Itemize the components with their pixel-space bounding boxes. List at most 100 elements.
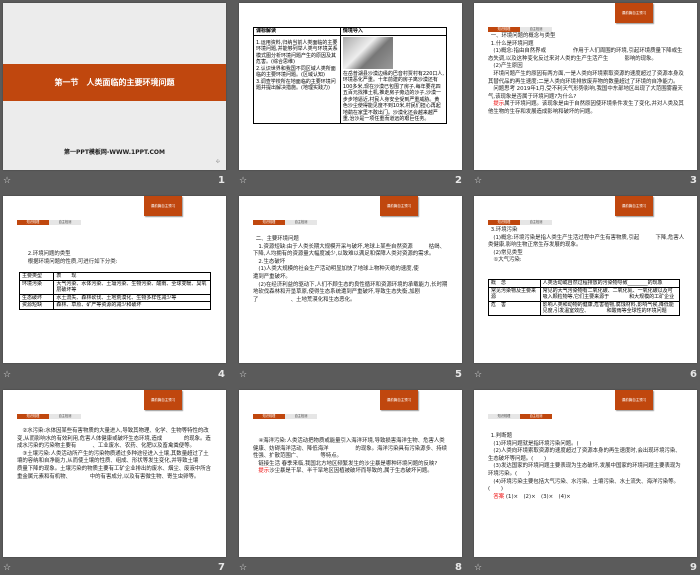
table-cell: 主要类型	[18, 272, 55, 281]
table-cell: 环境污染	[18, 279, 55, 295]
hint-text: 属于环境问题。该现象是由于自然原因使环境条件发生了变化,并对人类及其他生物的生存…	[488, 101, 684, 115]
slide-number: 6	[690, 369, 697, 380]
star-icon[interactable]: ☆	[3, 370, 11, 380]
star-icon[interactable]: ☆	[239, 370, 247, 380]
heading: 2.环境问题的类型	[27, 251, 71, 257]
standard-item: 3.调查学校所在地面临的主要环境问题并提出解决措施。(地理实践力)	[256, 78, 336, 92]
tab-self-check: 自主检测	[520, 414, 552, 419]
tab-knowledge: 知识梳理	[17, 414, 49, 419]
paragraph: 环境问题产生的原因有两方面,一是人类向环境索取资源的速度超过了资源本身及其替代品…	[488, 70, 684, 85]
star-icon[interactable]: ☆	[474, 563, 482, 573]
paragraph: ③土壤污染:人类活动所产生的污染物质通过多种途径进入土壤,其数量超过了土壤的容纳…	[17, 450, 220, 480]
slide-body: 2.环境问题的类型 根据环境问题的性质,可进行如下分类:	[25, 251, 214, 266]
star-icon[interactable]: ☆	[239, 563, 247, 573]
slide-thumbnail-4[interactable]: 课前篇自主预习 知识梳理 自主检测 2.环境问题的类型 根据环境问题的性质,可进行…	[3, 196, 226, 363]
table-cell: 影响人类和动物的健康,危害植物,腐蚀材料,影响气候,降低能见度,引发温室效应、 …	[539, 300, 681, 316]
heading: 1.判断题	[490, 433, 513, 439]
table-cell: 表 现	[53, 272, 211, 281]
case-cell: 在岳普湖县沙漠边缘的巴音村贾村有220口人,环境恶化严重。十年前建的房子离沙漠还…	[339, 34, 448, 124]
slide-thumbnail-7[interactable]: 课前篇自主预习 知识梳理 自主检测 ②水污染:水体因某些有害物质的大量进入,导致其…	[3, 390, 226, 557]
star-icon[interactable]: ☆	[239, 176, 247, 186]
slide-number: 3	[690, 175, 697, 186]
table-cell: 大气污染、水体污染、土壤污染、生物污染、酸雨、全球变暖、臭氧层破坏等	[53, 279, 211, 295]
slide-corner-icon: ✣	[215, 159, 220, 165]
table-header: 课标解读	[253, 27, 341, 36]
standard-item: 1.运用资料,归纳当前人类面临的主要环境问题,并能够列举人类与环境关系模式图分析…	[256, 39, 338, 66]
slide-number: 8	[455, 562, 462, 573]
section-badge: 课前篇自主预习	[380, 196, 418, 216]
air-pollution-table: 概 念人类活动或自然过程排放的污染物导致________的现象 常见污染物及主要…	[488, 279, 681, 316]
star-icon[interactable]: ☆	[474, 370, 482, 380]
tab-knowledge: 知识梳理	[253, 220, 285, 225]
hint-text: 沙尘暴是干旱、半干旱地区因植被破坏而导致的,属于生态破坏问题。	[269, 468, 433, 475]
slide-tabs: 知识梳理 自主检测	[488, 414, 552, 419]
section-badge: 课前篇自主预习	[615, 3, 653, 23]
slide-number: 5	[455, 369, 462, 380]
slide-thumbnail-5[interactable]: 课前篇自主预习 知识梳理 自主检测 二、主要环境问题 1.资源短缺:由于人类长期大…	[239, 196, 462, 363]
title-band: 第一节 人类面临的主要环境问题	[3, 64, 226, 101]
tab-self-check: 自主检测	[49, 414, 81, 419]
slide-body: 二、主要环境问题 1.资源短缺:由于人类长期大规模开采与破坏,地球上某些自然资源…	[253, 236, 458, 304]
slide-thumbnail-6[interactable]: 课前篇自主预习 知识梳理 自主检测 3.环境污染 (1)概念:环境污染是指人类生产…	[474, 196, 697, 363]
slide-tabs: 知识梳理 自主检测	[17, 414, 81, 419]
table-cell: 危 害	[488, 300, 541, 316]
slide-body: 一、环境问题的概念与类型 1.什么是环境问题 (1)概念:指由自然界或 作用于人…	[488, 33, 685, 117]
table-cell: 常见污染物及主要来源	[488, 286, 541, 302]
slide-title: 第一节 人类面临的主要环境问题	[54, 78, 175, 87]
slide-number: 2	[455, 175, 462, 186]
slide-thumbnail-2[interactable]: 课标解读 情境导入 1.运用资料,归纳当前人类面临的主要环境问题,并能够列举人类与…	[239, 3, 462, 170]
paragraph: (2)产生原因	[493, 63, 523, 70]
slide-body: 1.判断题 (1)环境问题就是指环境污染问题。( ) (2)人类向环境索取资源的…	[488, 433, 685, 501]
types-table: 主要类型表 现 环境污染 大气污染、水体污染、土壤污染、生物污染、酸雨、全球变暖、…	[18, 272, 211, 310]
slide-number: 9	[690, 562, 697, 573]
slide-body: ②水污染:水体因某些有害物质的大量进入,导致其物理、化学、生物等特性的改变,从而…	[17, 428, 220, 481]
paragraph: (1)人类大规模的社会生产活动明显加快了地球上物种灭绝的速度,使 遭到严重破坏。	[253, 266, 452, 280]
desert-photo	[342, 36, 393, 69]
paragraph: (1)概念:指由自然界或 作用于人们周围的环境,引起环境质量下降或生态失调,以及…	[488, 48, 683, 62]
standards-cell: 1.运用资料,归纳当前人类面临的主要环境问题,并能够列举人类与环境关系模式图分析…	[253, 34, 341, 124]
table-cell: 水土流失、森林砍伐、土地荒漠化、生物多样性减少等	[53, 293, 211, 302]
star-icon[interactable]: ☆	[3, 176, 11, 186]
table-cell: 资源短缺	[18, 301, 55, 310]
question: (2)人类向环境索取资源的速度超过了资源本身的再生速度时,会出现环境污染、生态破…	[488, 448, 681, 462]
answer: 答案 (1)× (2)× (3)× (4)×	[488, 494, 685, 502]
tab-knowledge: 知识梳理	[17, 220, 49, 225]
section-badge: 课前篇自主预习	[144, 390, 182, 410]
slide-thumbnail-3[interactable]: 课前篇自主预习 知识梳理 自主检测 一、环境问题的概念与类型 1.什么是环境问题 …	[474, 3, 697, 170]
subheading: ①大气污染:	[493, 257, 522, 264]
paragraph: 根据环境问题的性质,可进行如下分类:	[27, 258, 118, 265]
slide-thumbnail-1[interactable]: 第一节 人类面临的主要环境问题 第一PPT模板网-WWW.1PPT.COM ✣	[3, 3, 226, 170]
heading: 一、环境问题的概念与类型	[490, 33, 556, 39]
slide-number: 1	[218, 175, 225, 186]
section-badge: 课前篇自主预习	[380, 390, 418, 410]
star-icon[interactable]: ☆	[474, 176, 482, 186]
tab-self-check: 自主检测	[285, 220, 317, 225]
tab-self-check: 自主检测	[520, 27, 552, 32]
hint-label: 提示	[493, 101, 505, 108]
star-icon[interactable]: ☆	[3, 563, 11, 573]
section-badge: 课前篇自主预习	[144, 196, 182, 216]
section-badge: 课前篇自主预习	[615, 390, 653, 410]
question: 问题思考 2019年1月,受不利天气形势影响,我国中东部地区出现了大范围雾霾天气…	[488, 86, 683, 100]
tab-self-check: 自主检测	[520, 220, 552, 225]
paragraph: (1)概念:环境污染是指人类生产生活过程中产生有害物质,引起 下降,危害人类健康…	[488, 234, 685, 249]
slide-thumbnail-9[interactable]: 课前篇自主预习 知识梳理 自主检测 1.判断题 (1)环境问题就是指环境污染问题。…	[474, 390, 697, 557]
tab-self-check: 自主检测	[49, 220, 81, 225]
answer-text: (1)× (2)× (3)× (4)×	[505, 493, 571, 500]
slide-body: ④海洋污染:人类活动把物质或能量引入海洋环境,导致损害海洋生物、危害人类健康、妨…	[253, 438, 450, 476]
slide-tabs: 知识梳理 自主检测	[253, 414, 317, 419]
tab-self-check: 自主检测	[285, 414, 317, 419]
hint: 提示属于环境问题。该现象是由于自然原因使环境条件发生了变化,并对人类及其他生物的…	[488, 101, 685, 116]
tab-knowledge: 知识梳理	[253, 414, 285, 419]
slide-thumbnail-8[interactable]: 课前篇自主预习 知识梳理 自主检测 ④海洋污染:人类活动把物质或能量引入海洋环境,…	[239, 390, 462, 557]
slide-number: 4	[218, 369, 225, 380]
tab-knowledge: 知识梳理	[488, 414, 520, 419]
hint-label: 提示	[258, 468, 270, 475]
question: (3)发达国家的环境问题主要表现为生态破坏,发展中国家的环境问题主要表现为环境污…	[488, 463, 681, 477]
table-cell: 生态破坏	[18, 293, 55, 302]
heading: 3.环境污染	[490, 227, 518, 233]
section-badge: 课前篇自主预习	[615, 196, 653, 216]
table-cell: 概 念	[488, 279, 541, 288]
table-cell: 常见的大气污染物有二氧化碳、二氧化氮、一氧化碳以及可吸入颗粒物等,它们主要来源于…	[539, 286, 681, 302]
slide-tabs: 知识梳理 自主检测	[488, 27, 552, 32]
